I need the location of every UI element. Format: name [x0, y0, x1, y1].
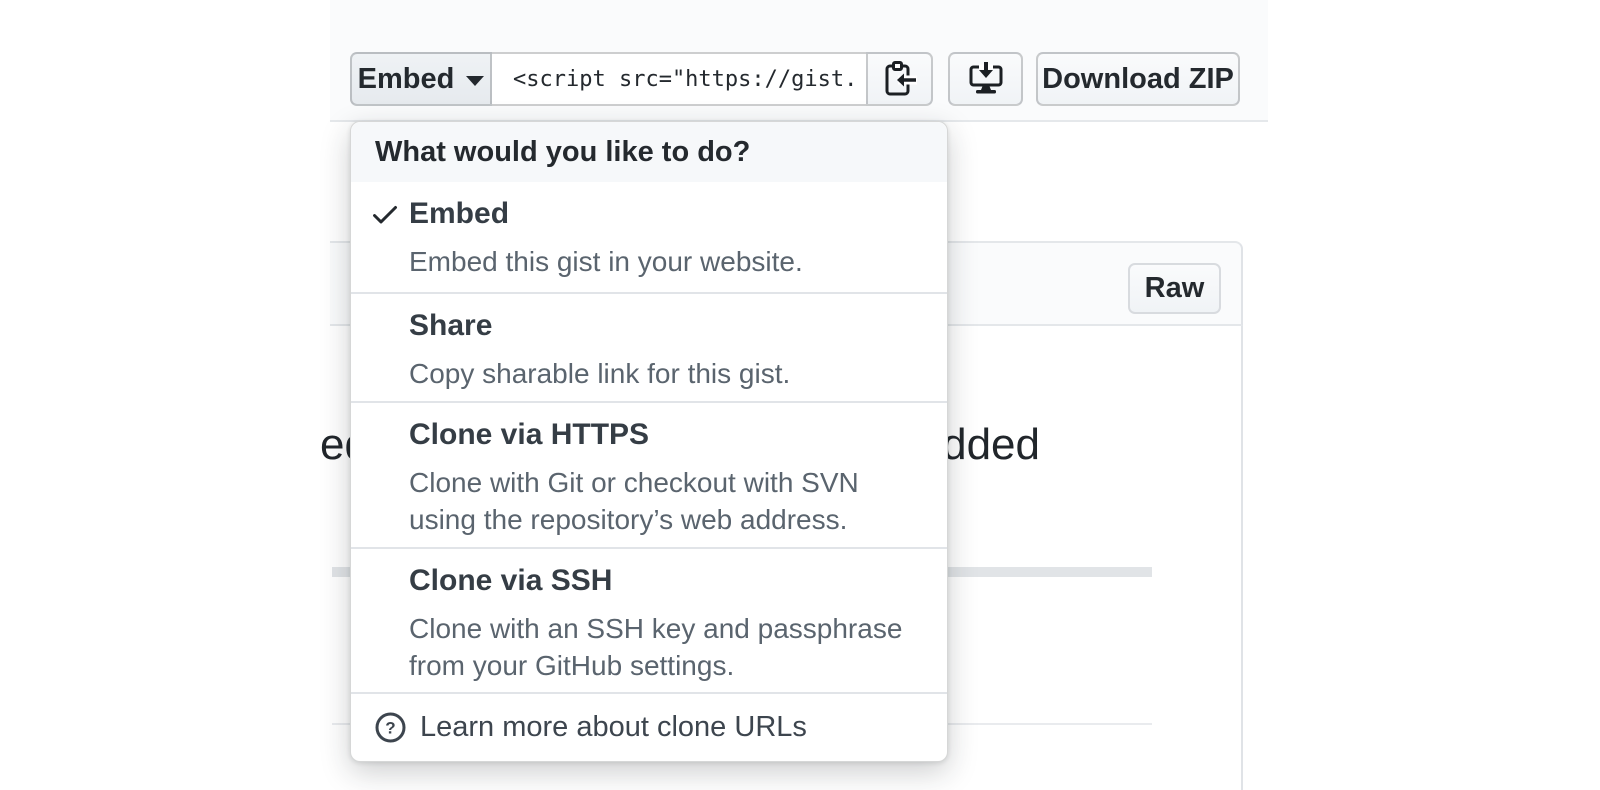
caret-down-icon	[466, 76, 484, 86]
menu-item-clone-https[interactable]: Clone via HTTPS Clone with Git or checko…	[351, 401, 947, 547]
file-card-right-border	[1241, 326, 1243, 790]
clipboard-paste-icon	[882, 60, 918, 98]
menu-item-description: Embed this gist in your website.	[409, 243, 923, 280]
desktop-download-icon	[967, 61, 1005, 97]
download-gist-button[interactable]	[948, 52, 1023, 106]
embed-dropdown-button-label: Embed	[358, 63, 455, 96]
learn-more-label: Learn more about clone URLs	[420, 711, 807, 744]
menu-item-description: Clone with Git or checkout with SVN usin…	[409, 464, 923, 538]
download-zip-button[interactable]: Download ZIP	[1036, 52, 1240, 106]
menu-item-title: Embed	[409, 198, 923, 230]
embed-dropdown-button[interactable]: Embed	[350, 52, 492, 106]
learn-more-clone-urls-link[interactable]: ? Learn more about clone URLs	[351, 692, 947, 761]
question-icon: ?	[375, 712, 406, 743]
menu-item-title: Clone via SSH	[409, 565, 923, 597]
copy-to-clipboard-button[interactable]	[866, 52, 933, 106]
menu-item-clone-ssh[interactable]: Clone via SSH Clone with an SSH key and …	[351, 547, 947, 692]
svg-text:?: ?	[385, 719, 395, 738]
check-icon	[369, 198, 401, 230]
menu-item-share[interactable]: Share Copy sharable link for this gist.	[351, 292, 947, 401]
menu-item-title: Share	[409, 310, 923, 342]
raw-button[interactable]: Raw	[1128, 263, 1221, 314]
menu-item-embed[interactable]: Embed Embed this gist in your website.	[351, 182, 947, 292]
menu-item-description: Copy sharable link for this gist.	[409, 355, 923, 392]
menu-item-description: Clone with an SSH key and passphrase fro…	[409, 610, 923, 684]
embed-code-input[interactable]	[492, 52, 866, 106]
select-menu-header: What would you like to do?	[351, 122, 947, 182]
gist-actions-toolbar: Embed	[350, 52, 933, 106]
embed-select-menu: What would you like to do? Embed Embed t…	[350, 121, 948, 762]
menu-item-title: Clone via HTTPS	[409, 419, 923, 451]
